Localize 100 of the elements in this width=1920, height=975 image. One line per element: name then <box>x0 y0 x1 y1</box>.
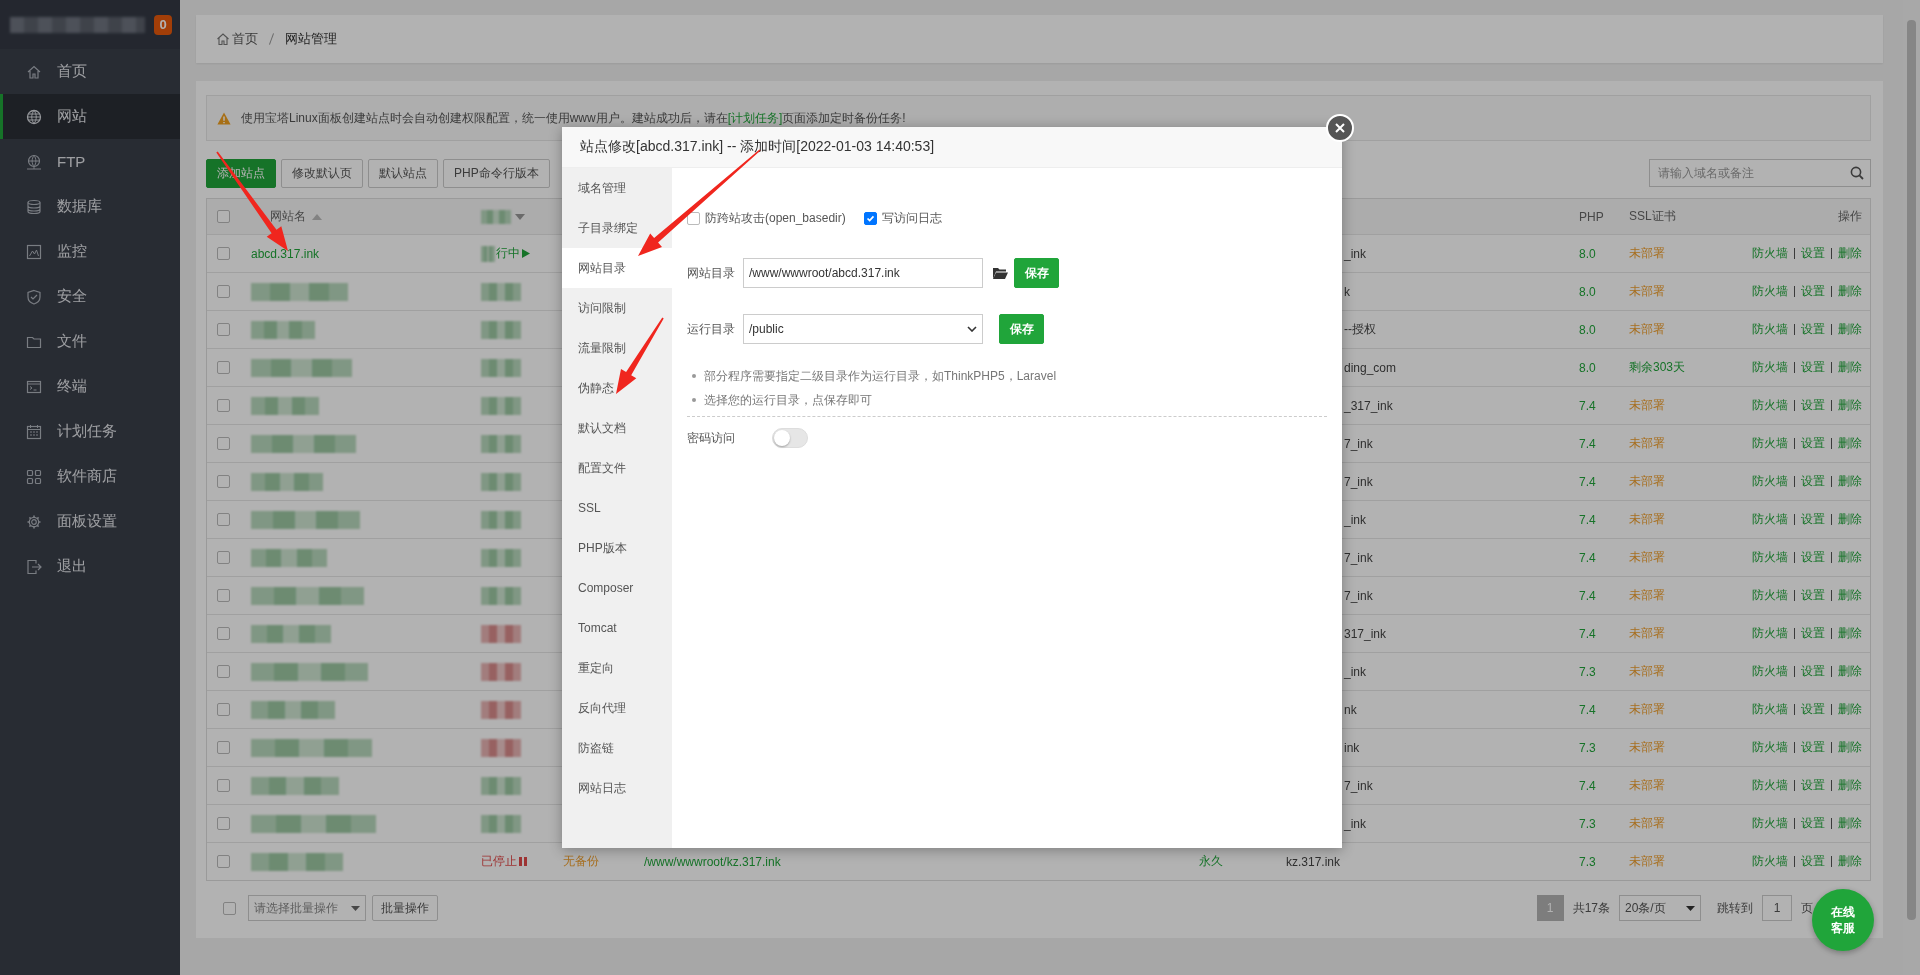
action-link[interactable]: 设置 <box>1801 435 1825 452</box>
select-field[interactable]: /public <box>743 314 983 344</box>
checkbox[interactable] <box>217 817 230 830</box>
ssl-status[interactable]: 未部署 <box>1629 245 1721 262</box>
action-link[interactable]: 删除 <box>1838 473 1862 490</box>
php-version[interactable]: 7.3 <box>1579 854 1629 869</box>
action-link[interactable]: 删除 <box>1838 283 1862 300</box>
action-link[interactable]: 删除 <box>1838 435 1862 452</box>
action-link[interactable]: 设置 <box>1801 853 1825 870</box>
action-link[interactable]: 设置 <box>1801 473 1825 490</box>
php-version[interactable]: 8.0 <box>1579 284 1629 299</box>
page-size-select[interactable]: 20条/页 <box>1619 895 1701 921</box>
ssl-status[interactable]: 未部署 <box>1629 321 1721 338</box>
ssl-status[interactable]: 未部署 <box>1629 739 1721 756</box>
backup-link[interactable]: 无备份 <box>563 854 599 868</box>
action-link[interactable]: 设置 <box>1801 511 1825 528</box>
checkbox[interactable] <box>217 323 230 336</box>
php-version[interactable]: 7.4 <box>1579 398 1629 413</box>
toggle-switch[interactable] <box>772 428 808 448</box>
tab[interactable]: 子目录绑定 <box>562 208 672 248</box>
checkbox[interactable] <box>217 285 230 298</box>
checkbox[interactable] <box>217 665 230 678</box>
action-link[interactable]: 设置 <box>1801 587 1825 604</box>
php-version[interactable]: 7.4 <box>1579 626 1629 641</box>
tab[interactable]: 防盗链 <box>562 728 672 768</box>
sidebar-item[interactable]: 安全 <box>0 274 180 319</box>
checkbox[interactable] <box>217 475 230 488</box>
sidebar-item[interactable]: 软件商店 <box>0 454 180 499</box>
link[interactable]: [计划任务] <box>727 110 783 125</box>
ssl-status[interactable]: 未部署 <box>1629 587 1721 604</box>
ssl-status[interactable]: 未部署 <box>1629 511 1721 528</box>
sidebar-item[interactable]: 面板设置 <box>0 499 180 544</box>
action-link[interactable]: 删除 <box>1838 663 1862 680</box>
action-link[interactable]: 防火墙 <box>1752 853 1788 870</box>
action-link[interactable]: 设置 <box>1801 701 1825 718</box>
breadcrumb-link[interactable]: 首页 <box>216 30 258 48</box>
action-link[interactable]: 设置 <box>1801 321 1825 338</box>
sidebar-item[interactable]: 网站 <box>0 94 180 139</box>
toolbar-button[interactable]: PHP命令行版本 <box>443 158 550 188</box>
checkbox[interactable] <box>217 855 230 868</box>
path-link[interactable]: /www/wwwroot/kz.317.ink <box>644 854 781 869</box>
action-link[interactable]: 防火墙 <box>1752 587 1788 604</box>
ssl-status[interactable]: 未部署 <box>1629 663 1721 680</box>
action-link[interactable]: 设置 <box>1801 815 1825 832</box>
action-link[interactable]: 删除 <box>1838 321 1862 338</box>
save-button[interactable]: 保存 <box>1014 258 1059 288</box>
tab[interactable]: Composer <box>562 568 672 608</box>
input-field[interactable]: /www/wwwroot/abcd.317.ink <box>743 258 983 288</box>
action-link[interactable]: 防火墙 <box>1752 435 1788 452</box>
php-version[interactable]: 7.4 <box>1579 474 1629 489</box>
tab[interactable]: 默认文档 <box>562 408 672 448</box>
php-version[interactable]: 7.3 <box>1579 664 1629 679</box>
sidebar-item[interactable]: 退出 <box>0 544 180 589</box>
action-link[interactable]: 删除 <box>1838 739 1862 756</box>
tab[interactable]: 访问限制 <box>562 288 672 328</box>
tab[interactable]: 伪静态 <box>562 368 672 408</box>
action-link[interactable]: 防火墙 <box>1752 701 1788 718</box>
action-link[interactable]: 设置 <box>1801 245 1825 262</box>
sidebar-item[interactable]: 监控 <box>0 229 180 274</box>
php-version[interactable]: 8.0 <box>1579 246 1629 261</box>
action-link[interactable]: 删除 <box>1838 587 1862 604</box>
tab[interactable]: 网站日志 <box>562 768 672 808</box>
ssl-status[interactable]: 未部署 <box>1629 435 1721 452</box>
scrollbar[interactable] <box>1907 20 1916 920</box>
checkbox[interactable] <box>217 247 230 260</box>
checkbox[interactable] <box>217 210 230 223</box>
action-link[interactable]: 删除 <box>1838 777 1862 794</box>
tab[interactable]: 域名管理 <box>562 168 672 208</box>
action-link[interactable]: 防火墙 <box>1752 321 1788 338</box>
tab[interactable]: 重定向 <box>562 648 672 688</box>
checkbox[interactable] <box>863 211 877 225</box>
checkbox[interactable] <box>217 437 230 450</box>
tab[interactable]: SSL <box>562 488 672 528</box>
action-link[interactable]: 删除 <box>1838 245 1862 262</box>
status-toggle[interactable]: 行中 <box>496 245 530 262</box>
ssl-status[interactable]: 未部署 <box>1629 397 1721 414</box>
action-link[interactable]: 防火墙 <box>1752 473 1788 490</box>
action-link[interactable]: 设置 <box>1801 397 1825 414</box>
action-link[interactable]: 防火墙 <box>1752 283 1788 300</box>
php-version[interactable]: 7.3 <box>1579 740 1629 755</box>
tab[interactable]: PHP版本 <box>562 528 672 568</box>
checkbox[interactable] <box>217 361 230 374</box>
sidebar-item[interactable]: 终端 <box>0 364 180 409</box>
ssl-status[interactable]: 未部署 <box>1629 549 1721 566</box>
sidebar-item[interactable]: 计划任务 <box>0 409 180 454</box>
action-link[interactable]: 防火墙 <box>1752 625 1788 642</box>
sidebar-item[interactable]: 数据库 <box>0 184 180 229</box>
save-button[interactable]: 保存 <box>999 314 1044 344</box>
action-link[interactable]: 防火墙 <box>1752 549 1788 566</box>
tab[interactable]: 配置文件 <box>562 448 672 488</box>
action-link[interactable]: 设置 <box>1801 549 1825 566</box>
action-link[interactable]: 设置 <box>1801 777 1825 794</box>
php-version[interactable]: 7.4 <box>1579 550 1629 565</box>
action-link[interactable]: 删除 <box>1838 397 1862 414</box>
action-link[interactable]: 防火墙 <box>1752 663 1788 680</box>
action-link[interactable]: 防火墙 <box>1752 245 1788 262</box>
action-link[interactable]: 删除 <box>1838 511 1862 528</box>
action-link[interactable]: 设置 <box>1801 625 1825 642</box>
checkbox[interactable] <box>217 513 230 526</box>
site-link[interactable]: abcd.317.ink <box>251 246 320 261</box>
